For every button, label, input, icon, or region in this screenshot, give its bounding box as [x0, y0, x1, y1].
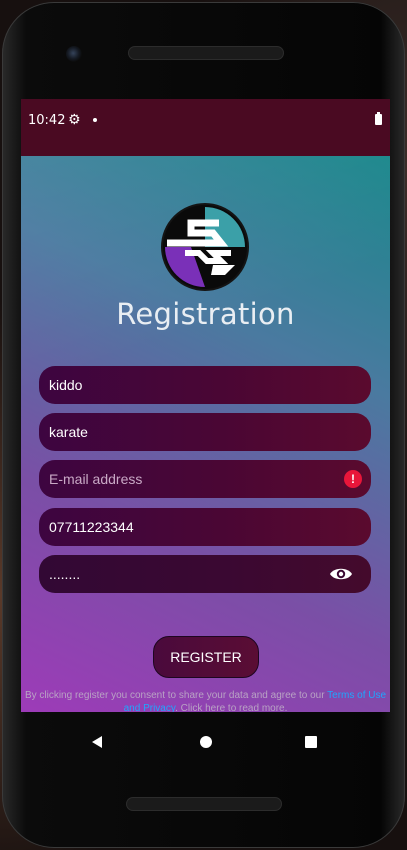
- phone-frame: 10:42 ⚙ Registration !: [2, 2, 405, 848]
- eye-icon[interactable]: [329, 565, 353, 583]
- status-bar: 10:42 ⚙: [21, 99, 390, 156]
- registration-logo-icon: [161, 203, 249, 291]
- password-input[interactable]: [49, 555, 319, 593]
- navigation-bar: [2, 712, 407, 756]
- consent-text-before: By clicking register you consent to shar…: [24, 690, 328, 701]
- status-time: 10:42: [28, 113, 66, 128]
- front-camera: [66, 46, 82, 62]
- username-input[interactable]: [49, 366, 319, 404]
- consent-text-after: . Click here to read more.: [175, 703, 288, 712]
- username-field[interactable]: [39, 366, 371, 404]
- error-icon: !: [344, 470, 362, 488]
- phone-input[interactable]: [49, 508, 319, 546]
- email-field[interactable]: !: [39, 460, 371, 498]
- home-icon[interactable]: [200, 736, 212, 748]
- page-title: Registration: [116, 297, 295, 331]
- recent-apps-icon[interactable]: [305, 736, 317, 748]
- name-input[interactable]: [49, 413, 319, 451]
- password-field[interactable]: [39, 555, 371, 593]
- phone-field[interactable]: [39, 508, 371, 546]
- battery-icon: [375, 112, 382, 125]
- notification-dot-icon: [93, 118, 97, 122]
- bottom-speaker: [126, 797, 282, 811]
- back-icon[interactable]: [92, 736, 102, 748]
- gear-icon: ⚙: [68, 112, 81, 128]
- register-button[interactable]: REGISTER: [153, 636, 259, 678]
- consent-text: By clicking register you consent to shar…: [21, 689, 390, 712]
- email-input[interactable]: [49, 460, 319, 498]
- name-field[interactable]: [39, 413, 371, 451]
- app-screen: 10:42 ⚙ Registration !: [21, 99, 390, 712]
- top-speaker: [128, 46, 284, 60]
